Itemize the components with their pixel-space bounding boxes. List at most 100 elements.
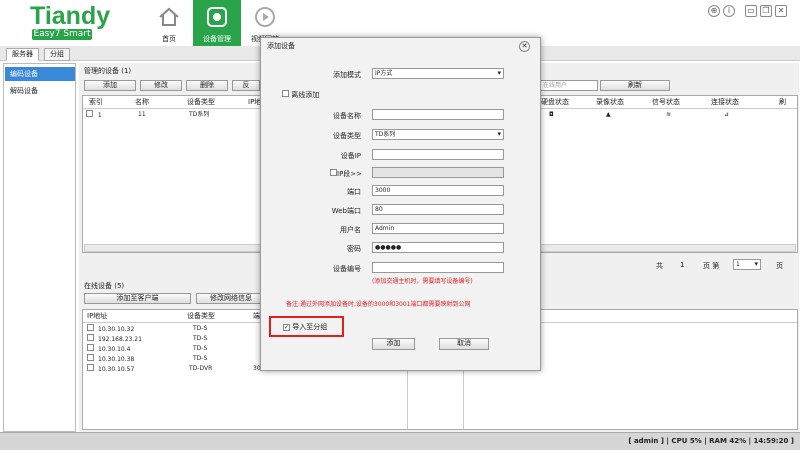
row-ip: 10.30.10.32 [98, 326, 135, 333]
ip-segment-label: IP段>> [337, 170, 363, 178]
status-text: [ admin ] | CPU 5% | RAM 42% | 14:59:20 … [628, 437, 794, 445]
col-device-type[interactable]: 设备类型 [187, 310, 215, 322]
row-type: TD-S [193, 345, 208, 352]
col-record-status[interactable]: 录像状态 [596, 96, 624, 108]
row-ip: 10.30.10.57 [98, 366, 135, 373]
sidebar-item-encoder[interactable]: 编码设备 [5, 67, 75, 81]
record-status-icon: ▲ [606, 111, 611, 118]
info-icon[interactable]: i [723, 5, 735, 17]
restore-icon[interactable]: ❐ [760, 5, 772, 17]
delete-device-button[interactable]: 删除 [186, 80, 228, 91]
password-input[interactable]: ●●●●● [372, 242, 504, 253]
dialog-add-button[interactable]: 添加 [372, 338, 415, 350]
table-row[interactable]: 10.30.10.57 [87, 364, 134, 374]
offline-checkbox-box[interactable] [282, 90, 289, 97]
other-device-button[interactable]: 反 [232, 80, 260, 91]
app-logo: Tiandy [30, 2, 111, 30]
ip-segment-toggle[interactable]: IP段>> [330, 169, 362, 179]
row-checkbox[interactable] [87, 364, 94, 371]
import-group-label: 导入至分组 [292, 323, 328, 331]
dialog-close-icon[interactable]: ✕ [519, 41, 530, 52]
app-logo-sub: Easy7 Smart [32, 29, 92, 40]
row-checkbox[interactable] [86, 110, 93, 117]
type-label: 设备类型 [333, 132, 361, 140]
table-row[interactable]: 1 [86, 110, 102, 120]
add-device-button[interactable]: 添加 [84, 80, 136, 91]
ip-segment-input[interactable] [372, 167, 504, 178]
serial-label: 设备编号 [333, 265, 361, 273]
device-name-input[interactable] [372, 109, 504, 120]
import-to-group-toggle[interactable]: ✓ 导入至分组 [283, 322, 327, 332]
tab-server[interactable]: 服务器 [6, 48, 39, 61]
lock-icon[interactable]: ⊕ [708, 5, 720, 17]
device-icon [207, 7, 227, 27]
col-name[interactable]: 名称 [135, 96, 149, 108]
row-checkbox[interactable] [87, 334, 94, 341]
row-name: 11 [138, 111, 146, 118]
row-ip: 10.30.10.4 [98, 346, 131, 353]
col-refresh[interactable]: 刷 [779, 96, 786, 108]
row-checkbox[interactable] [87, 344, 94, 351]
sidebar: 编码设备 解码设备 [3, 63, 76, 432]
pager-total-label: 共 [656, 262, 663, 270]
col-connect-status[interactable]: 连接状态 [711, 96, 739, 108]
col-index[interactable]: 索引 [89, 96, 103, 108]
username-label: 用户名 [340, 226, 361, 234]
page-select[interactable]: 1 [733, 259, 761, 270]
home-icon [159, 7, 179, 26]
row-type: TD系列 [189, 111, 210, 118]
col-type[interactable]: 设备类型 [187, 96, 215, 108]
modify-device-button[interactable]: 修改 [140, 80, 182, 91]
nav-device-management[interactable]: 设备管理 [193, 0, 241, 46]
connect-status-icon: ⊿ [724, 111, 730, 118]
device-ip-input[interactable] [372, 149, 504, 160]
name-label: 设备名称 [333, 112, 361, 120]
table-row[interactable]: 10.30.10.38 [87, 354, 134, 364]
col-ip-address[interactable]: IP地址 [87, 310, 107, 322]
modify-network-button[interactable]: 修改网络信息 [196, 293, 266, 304]
type-value: TD系列 [375, 131, 396, 138]
minimize-icon[interactable]: ▭ [745, 5, 757, 17]
row-type: TD-DVR [189, 365, 213, 372]
add-to-client-button[interactable]: 添加至客户端 [84, 293, 191, 304]
row-type: TD-S [193, 355, 208, 362]
web-port-label: Web端口 [331, 207, 361, 215]
add-device-dialog: 添加设备 ✕ 添加模式 IP方式 离线添加 设备名称 设备类型 TD系列 设备I… [260, 37, 541, 371]
sidebar-item-decoder[interactable]: 解码设备 [5, 84, 75, 98]
online-user-field[interactable]: 在线用户 [540, 80, 598, 91]
close-icon[interactable]: ✕ [775, 5, 787, 17]
row-type: TD-S [193, 335, 208, 342]
page-select-value: 1 [736, 261, 740, 268]
row-ip: 10.30.10.38 [98, 356, 135, 363]
playback-icon [255, 7, 275, 27]
col-port[interactable]: 端 [253, 310, 260, 322]
col-disk-status[interactable]: 硬盘状态 [541, 96, 569, 108]
row-ip: 192.168.23.21 [98, 336, 142, 343]
nav-home-label: 首页 [162, 35, 176, 43]
table-row[interactable]: 192.168.23.21 [87, 334, 142, 344]
managed-devices-title: 管理的设备 (1) [84, 67, 132, 75]
nav-home[interactable]: 首页 [145, 0, 193, 46]
offline-add-label: 离线添加 [291, 91, 320, 99]
offline-add-checkbox[interactable]: 离线添加 [282, 90, 319, 100]
nav-device-label: 设备管理 [203, 35, 231, 43]
mode-select[interactable]: IP方式 [372, 68, 504, 79]
dialog-cancel-button[interactable]: 取消 [439, 338, 489, 350]
refresh-button[interactable]: 刷新 [600, 80, 670, 91]
import-group-checkbox[interactable]: ✓ [283, 324, 290, 331]
ip-segment-checkbox[interactable] [330, 169, 337, 176]
port-input[interactable]: 3000 [372, 185, 504, 196]
row-index: 1 [97, 112, 102, 119]
pager-page-suffix: 页 [776, 262, 783, 270]
username-input[interactable]: Admin [372, 223, 504, 234]
row-checkbox[interactable] [87, 354, 94, 361]
device-type-select[interactable]: TD系列 [372, 129, 504, 140]
table-row[interactable]: 10.30.10.32 [87, 324, 134, 334]
ip-label: 设备IP [340, 152, 361, 160]
table-row[interactable]: 10.30.10.4 [87, 344, 130, 354]
col-signal-status[interactable]: 信号状态 [652, 96, 680, 108]
row-checkbox[interactable] [87, 324, 94, 331]
tab-group[interactable]: 分组 [44, 48, 70, 61]
web-port-input[interactable]: 80 [372, 204, 504, 215]
serial-input[interactable] [372, 262, 504, 273]
